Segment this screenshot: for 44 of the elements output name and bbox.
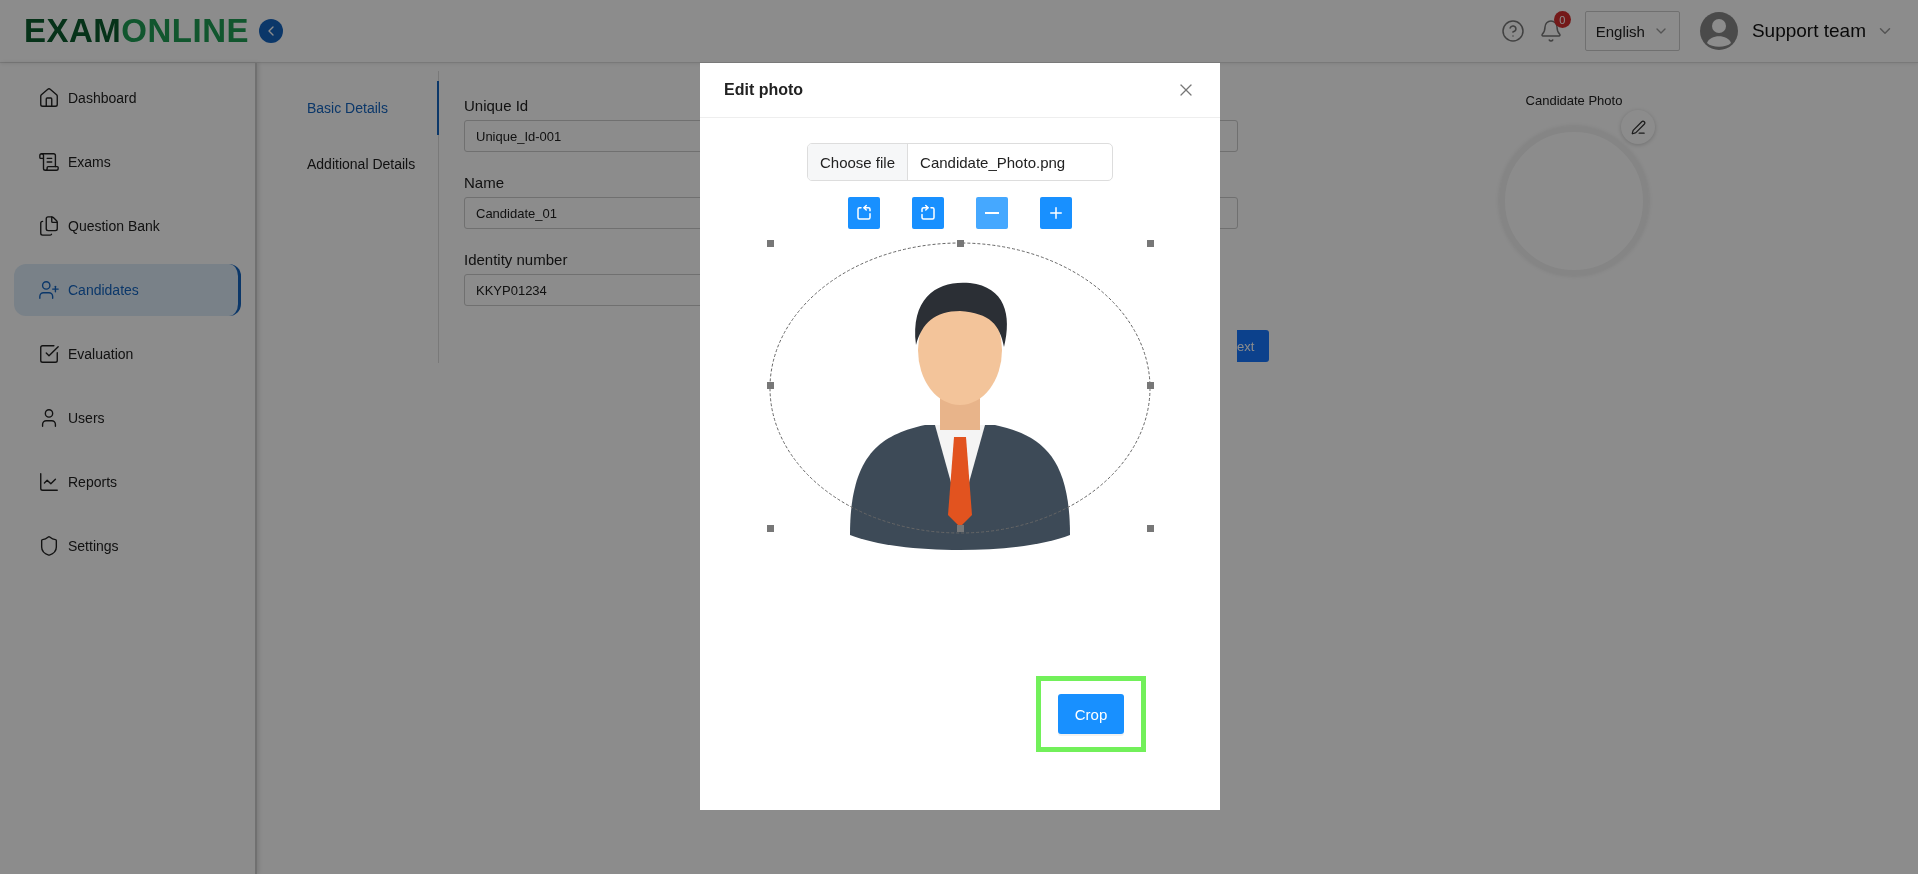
file-input[interactable]: Choose file Candidate_Photo.png: [807, 143, 1113, 181]
next-button[interactable]: ext: [1237, 330, 1269, 362]
line-chart-icon: [38, 471, 60, 493]
rotate-left-icon: [855, 204, 873, 222]
sidebar-item[interactable]: Evaluation: [14, 328, 241, 380]
sidebar-item[interactable]: Dashboard: [14, 72, 241, 124]
scroll-icon: [38, 151, 60, 173]
minus-icon: [985, 212, 999, 214]
field-label: Identity number: [464, 251, 568, 268]
files-icon: [38, 215, 60, 237]
zoom-in-button[interactable]: [1040, 197, 1072, 229]
notification-badge: 0: [1553, 11, 1571, 28]
edit-button[interactable]: [1621, 110, 1655, 144]
photo-label: Candidate Photo: [1525, 93, 1623, 108]
sidebar-item[interactable]: Reports: [14, 456, 241, 508]
shield-icon: [38, 535, 60, 557]
choose-file-button[interactable]: Choose file: [808, 144, 909, 180]
house-icon: [38, 87, 60, 109]
checkbox-icon: [38, 343, 60, 365]
plus-icon: [1047, 204, 1065, 222]
tab[interactable]: Basic Details: [307, 81, 439, 135]
user-menu[interactable]: Support team: [1751, 20, 1894, 42]
user-plus-icon: [38, 279, 60, 301]
rotate-left-button[interactable]: [848, 197, 880, 229]
sidebar-item[interactable]: Settings: [14, 520, 241, 572]
rotate-right-icon: [919, 204, 937, 222]
collapse-button[interactable]: [259, 19, 283, 43]
sidebar-item[interactable]: Exams: [14, 136, 241, 188]
language-select[interactable]: English: [1584, 11, 1680, 51]
field-label: Unique Id: [464, 97, 529, 114]
tab[interactable]: Additional Details: [307, 137, 439, 191]
pen-icon: [1630, 119, 1646, 135]
sidebar-item[interactable]: Users: [14, 392, 241, 444]
avatar-icon: [1699, 12, 1738, 50]
logo: EXAMONLINE: [24, 12, 249, 50]
sidebar-item[interactable]: Candidates: [14, 264, 241, 316]
file-name: Candidate_Photo.png: [919, 152, 1066, 173]
crop-button[interactable]: Crop: [1058, 694, 1124, 734]
zoom-out-button[interactable]: [976, 197, 1008, 229]
help-icon[interactable]: [1500, 19, 1525, 43]
sidebar-item[interactable]: Question Bank: [14, 200, 241, 252]
field-label: Name: [464, 174, 504, 191]
dialog-title: Edit photo: [724, 81, 804, 99]
rotate-right-button[interactable]: [912, 197, 944, 229]
